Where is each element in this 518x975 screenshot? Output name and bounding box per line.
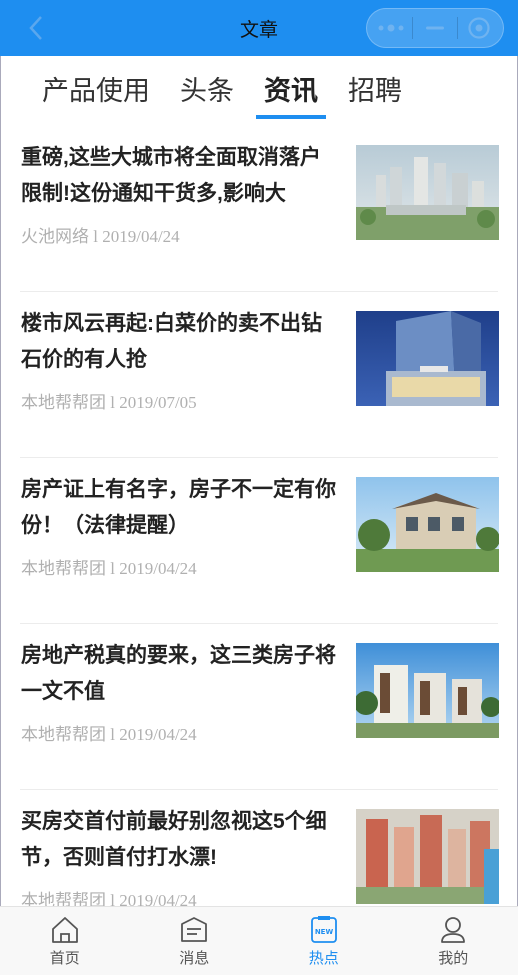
tabbar-item-messages[interactable]: 消息	[130, 907, 260, 975]
minimize-button[interactable]	[417, 14, 453, 42]
nav-header: 文章	[0, 0, 518, 56]
minus-icon	[425, 26, 444, 30]
article-meta: 火池网络 l 2019/04/24	[21, 222, 180, 247]
article-meta: 本地帮帮团 l 2019/07/05	[21, 388, 197, 413]
article-source: 本地帮帮团	[21, 559, 106, 578]
mini-program-capsule	[366, 8, 504, 48]
article-item[interactable]: 重磅,这些大城市将全面取消落户限制!这份通知干货多,影响大 火池网络 l 201…	[20, 126, 499, 292]
new-badge-text: NEW	[315, 928, 334, 936]
article-source: 本地帮帮团	[21, 393, 106, 412]
category-tabs: 产品使用 头条 资讯 招聘	[0, 56, 518, 126]
meta-separator: l	[110, 725, 115, 744]
tabbar-item-hot[interactable]: NEW 热点	[259, 907, 389, 975]
meta-separator: l	[93, 227, 98, 246]
new-badge-icon: NEW	[310, 916, 337, 943]
tabbar-item-home[interactable]: 首页	[0, 907, 130, 975]
article-thumbnail	[356, 311, 499, 406]
more-button[interactable]	[373, 14, 409, 42]
article-title: 买房交首付前最好别忽视这5个细节，否则首付打水漂!	[21, 810, 327, 869]
article-title: 楼市风云再起:白菜价的卖不出钻石价的有人抢	[21, 312, 322, 371]
message-icon	[181, 917, 208, 942]
article-meta: 本地帮帮团 l 2019/04/24	[21, 554, 197, 579]
article-title: 房产证上有名字，房子不一定有你份！（法律提醒）	[21, 478, 336, 537]
user-icon	[441, 917, 466, 943]
article-date: 2019/04/24	[119, 559, 197, 578]
article-item[interactable]: 房产证上有名字，房子不一定有你份！（法律提醒） 本地帮帮团 l 2019/04/…	[20, 458, 499, 624]
article-date: 2019/04/24	[119, 725, 197, 744]
article-title: 重磅,这些大城市将全面取消落户限制!这份通知干货多,影响大	[21, 146, 321, 205]
back-button[interactable]	[22, 14, 50, 42]
article-list: 重磅,这些大城市将全面取消落户限制!这份通知干货多,影响大 火池网络 l 201…	[0, 126, 518, 956]
tab-news[interactable]: 资讯	[256, 56, 326, 126]
chevron-left-icon	[29, 16, 42, 40]
page-title: 文章	[239, 19, 278, 41]
article-thumbnail	[356, 145, 499, 240]
article-meta: 本地帮帮团 l 2019/04/24	[21, 720, 197, 745]
target-close-icon	[468, 17, 490, 39]
tabbar-label: 首页	[49, 950, 80, 967]
close-miniapp-button[interactable]	[461, 14, 497, 42]
home-icon	[51, 917, 78, 943]
tab-recruitment[interactable]: 招聘	[348, 56, 402, 126]
article-source: 火池网络	[21, 227, 89, 246]
article-item[interactable]: 楼市风云再起:白菜价的卖不出钻石价的有人抢 本地帮帮团 l 2019/07/05	[20, 292, 499, 458]
capsule-divider	[456, 17, 458, 39]
tabbar-label: 我的	[438, 950, 469, 967]
tabbar-label: 消息	[179, 950, 210, 967]
article-thumbnail	[356, 809, 499, 904]
article-thumbnail	[356, 477, 499, 572]
more-dots-icon	[378, 24, 404, 32]
meta-separator: l	[110, 393, 115, 412]
tabbar-label: 热点	[308, 950, 339, 967]
bottom-tabbar: 首页 消息 NEW 热点 我的	[0, 906, 518, 975]
article-date: 2019/07/05	[119, 393, 197, 412]
tab-headlines[interactable]: 头条	[180, 56, 234, 126]
article-item[interactable]: 房地产税真的要来，这三类房子将一文不值 本地帮帮团 l 2019/04/24	[20, 624, 499, 790]
capsule-divider	[412, 17, 414, 39]
article-title: 房地产税真的要来，这三类房子将一文不值	[21, 644, 336, 703]
tabbar-item-mine[interactable]: 我的	[389, 907, 518, 975]
article-date: 2019/04/24	[102, 227, 180, 246]
tab-product-usage[interactable]: 产品使用	[42, 56, 150, 126]
article-thumbnail	[356, 643, 499, 738]
article-source: 本地帮帮团	[21, 725, 106, 744]
meta-separator: l	[110, 559, 115, 578]
